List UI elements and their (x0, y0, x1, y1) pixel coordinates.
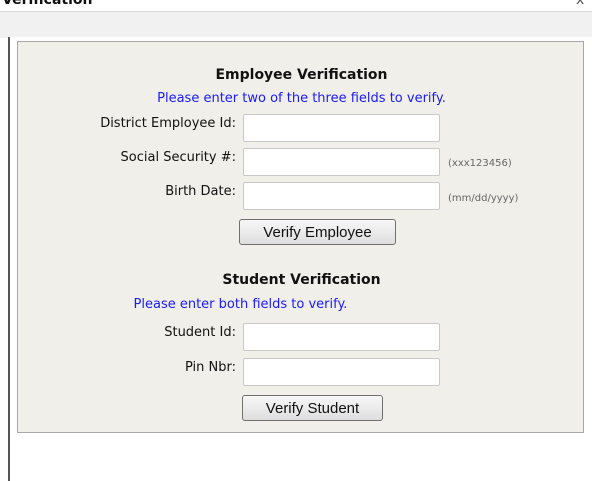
verify-employee-button[interactable]: Verify Employee (239, 219, 396, 245)
employee-instruction: Please enter two of the three fields to … (157, 91, 446, 106)
birth-date-input[interactable] (243, 182, 440, 210)
verify-student-button[interactable]: Verify Student (242, 395, 383, 421)
dialog-title: Verification (2, 0, 93, 8)
pin-nbr-input[interactable] (243, 358, 440, 386)
birth-date-label: Birth Date: (165, 184, 236, 199)
dialog-titlebar: Verification x (0, 0, 592, 11)
verification-panel: Employee Verification Please enter two o… (17, 41, 584, 433)
dialog-body: Employee Verification Please enter two o… (8, 37, 592, 481)
pin-nbr-label: Pin Nbr: (184, 360, 236, 375)
social-security-input[interactable] (243, 148, 440, 176)
employee-verification-heading: Employee Verification (215, 67, 388, 83)
student-instruction: Please enter both fields to verify. (133, 297, 348, 312)
dialog-header-bar (0, 11, 592, 38)
student-verification-heading: Student Verification (222, 272, 381, 288)
social-security-format-hint: (xxx123456) (448, 158, 512, 169)
social-security-label: Social Security #: (120, 150, 236, 165)
district-employee-id-label: District Employee Id: (100, 116, 236, 131)
student-id-input[interactable] (243, 323, 440, 351)
close-icon[interactable]: x (576, 0, 584, 8)
birth-date-format-hint: (mm/dd/yyyy) (448, 193, 519, 204)
district-employee-id-input[interactable] (243, 114, 440, 142)
student-id-label: Student Id: (164, 325, 236, 340)
